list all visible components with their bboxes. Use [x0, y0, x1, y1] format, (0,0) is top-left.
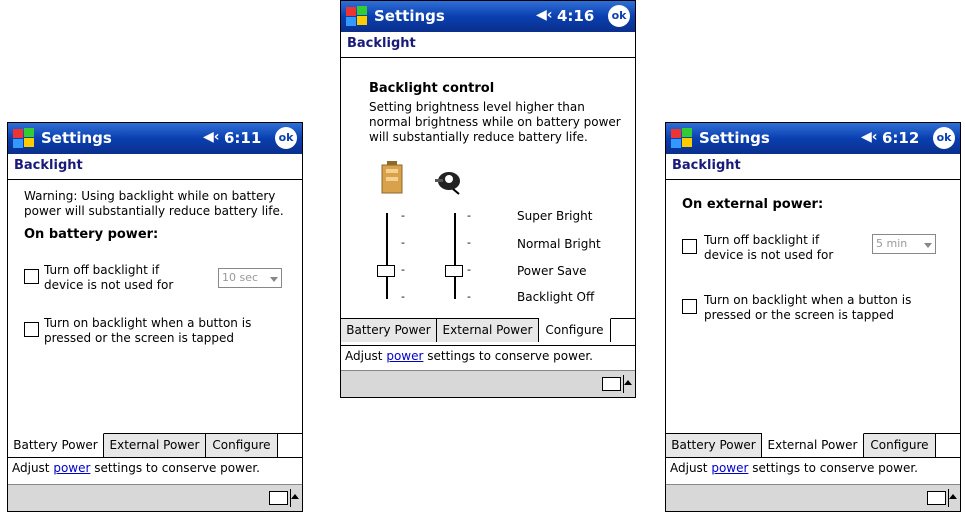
battery-brightness-slider-track[interactable]	[386, 213, 388, 299]
settings-window-external: Settings ◀‹ 6:12 ok Backlight On externa…	[665, 122, 961, 512]
page-title: Backlight	[8, 154, 302, 180]
battery-brightness-slider-thumb[interactable]	[377, 265, 395, 277]
hint-text: Adjust power settings to conserve power.	[341, 345, 635, 366]
tab-battery-power[interactable]: Battery Power	[666, 434, 762, 457]
section-heading: Backlight control	[369, 81, 495, 96]
turn-off-label: Turn off backlight if device is not used…	[704, 233, 834, 262]
power-link[interactable]: power	[711, 461, 748, 475]
turn-off-checkbox[interactable]	[24, 269, 39, 284]
tick-mark: -	[401, 236, 405, 249]
hint-text: Adjust power settings to conserve power.	[666, 457, 960, 478]
chevron-down-icon	[270, 277, 278, 282]
tick-mark: -	[401, 263, 405, 276]
tab-bar: Battery Power External Power Configure	[666, 433, 960, 458]
speaker-icon[interactable]: ◀‹	[203, 129, 220, 145]
section-heading: On battery power:	[24, 227, 159, 242]
clock[interactable]: 6:12	[882, 129, 919, 147]
turn-on-label: Turn on backlight when a button is press…	[44, 316, 252, 345]
tab-battery-power[interactable]: Battery Power	[8, 433, 104, 457]
title-bar: Settings ◀‹ 6:11 ok	[8, 123, 302, 154]
power-link[interactable]: power	[386, 349, 423, 363]
tab-bar: Battery Power External Power Configure	[341, 318, 635, 343]
tick-mark: -	[467, 209, 471, 222]
level-label: Power Save	[517, 264, 587, 278]
ok-button[interactable]: ok	[275, 127, 297, 149]
power-link[interactable]: power	[53, 461, 90, 475]
tick-mark: -	[467, 236, 471, 249]
chevron-down-icon	[924, 243, 932, 248]
timeout-dropdown[interactable]: 5 min	[872, 234, 936, 254]
warning-text: Warning: Using backlight while on batter…	[24, 189, 284, 218]
windows-start-icon[interactable]	[11, 126, 37, 152]
settings-window-battery: Settings ◀‹ 6:11 ok Backlight Warning: U…	[7, 122, 303, 512]
tab-external-power[interactable]: External Power	[762, 433, 864, 457]
tick-mark: -	[401, 209, 405, 222]
tick-mark: -	[467, 290, 471, 303]
app-title: Settings	[41, 129, 112, 147]
battery-icon	[381, 161, 403, 194]
title-bar: Settings ◀‹ 4:16 ok	[341, 1, 635, 32]
tab-bar: Battery Power External Power Configure	[8, 433, 302, 458]
tab-external-power[interactable]: External Power	[104, 434, 206, 457]
turn-off-label: Turn off backlight if device is not used…	[44, 263, 174, 292]
command-bar	[666, 484, 960, 511]
level-label: Backlight Off	[517, 290, 595, 304]
page-title: Backlight	[341, 32, 635, 58]
tab-configure[interactable]: Configure	[206, 434, 278, 457]
tab-external-power[interactable]: External Power	[437, 319, 539, 342]
description-text: Setting brightness level higher than nor…	[369, 100, 621, 144]
title-bar: Settings ◀‹ 6:12 ok	[666, 123, 960, 154]
tab-configure[interactable]: Configure	[864, 434, 936, 457]
settings-window-configure: Settings ◀‹ 4:16 ok Backlight Backlight …	[340, 0, 636, 398]
ok-button[interactable]: ok	[608, 5, 630, 27]
input-menu-arrow-icon[interactable]	[291, 494, 299, 499]
level-label: Normal Bright	[517, 237, 601, 251]
clock[interactable]: 6:11	[224, 129, 261, 147]
external-brightness-slider-thumb[interactable]	[445, 265, 463, 277]
section-heading: On external power:	[682, 197, 824, 212]
power-plug-icon	[435, 172, 460, 195]
turn-on-label: Turn on backlight when a button is press…	[704, 293, 912, 322]
keyboard-icon[interactable]	[602, 377, 621, 391]
input-menu-arrow-icon[interactable]	[624, 380, 632, 385]
windows-start-icon[interactable]	[669, 126, 695, 152]
command-bar	[341, 370, 635, 397]
app-title: Settings	[699, 129, 770, 147]
tab-configure[interactable]: Configure	[539, 318, 611, 342]
clock[interactable]: 4:16	[557, 7, 594, 25]
timeout-dropdown[interactable]: 10 sec	[218, 268, 282, 288]
keyboard-icon[interactable]	[269, 491, 288, 505]
level-label: Super Bright	[517, 209, 593, 223]
tick-mark: -	[401, 290, 405, 303]
tab-battery-power[interactable]: Battery Power	[341, 319, 437, 342]
turn-on-checkbox[interactable]	[682, 299, 697, 314]
page-title: Backlight	[666, 154, 960, 180]
speaker-icon[interactable]: ◀‹	[536, 7, 553, 23]
hint-text: Adjust power settings to conserve power.	[8, 457, 302, 478]
keyboard-icon[interactable]	[927, 491, 946, 505]
turn-on-checkbox[interactable]	[24, 322, 39, 337]
ok-button[interactable]: ok	[933, 127, 955, 149]
tick-mark: -	[467, 263, 471, 276]
speaker-icon[interactable]: ◀‹	[861, 129, 878, 145]
input-menu-arrow-icon[interactable]	[949, 494, 957, 499]
external-brightness-slider-track[interactable]	[454, 213, 456, 299]
command-bar	[8, 484, 302, 511]
app-title: Settings	[374, 7, 445, 25]
windows-start-icon[interactable]	[344, 4, 370, 30]
turn-off-checkbox[interactable]	[682, 239, 697, 254]
